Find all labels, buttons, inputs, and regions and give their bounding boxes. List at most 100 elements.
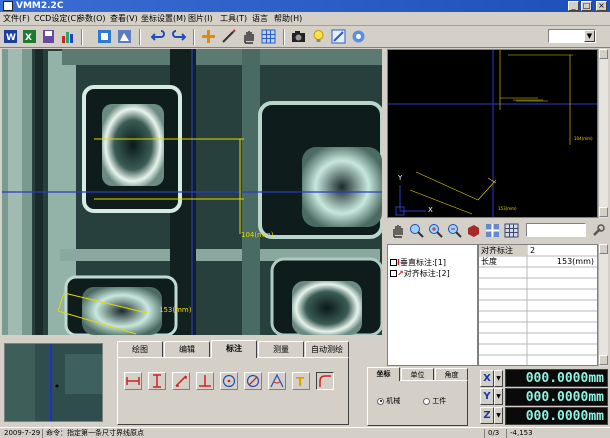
- capture-settings-icon[interactable]: [96, 28, 113, 45]
- radio-checked-icon[interactable]: [377, 397, 384, 405]
- tab-annotate[interactable]: 标注: [211, 340, 257, 358]
- menu-image[interactable]: 图片(I): [188, 13, 213, 25]
- title-bar: VMM2.2C _ □ ×: [0, 0, 610, 12]
- tab-auto-measure[interactable]: 自动测绘: [305, 341, 349, 358]
- vertical-dim-icon[interactable]: [148, 372, 166, 390]
- thumbnail-image: [5, 344, 102, 421]
- menu-file[interactable]: 文件(F): [3, 13, 30, 25]
- annotate-tools: T: [117, 357, 349, 425]
- tree-item-aligned[interactable]: ↗对齐标注:[2]: [390, 269, 476, 279]
- minimize-button[interactable]: _: [568, 1, 579, 11]
- preview-scale-field[interactable]: [526, 223, 586, 237]
- camera-icon[interactable]: [290, 28, 307, 45]
- menu-ccd[interactable]: CCD设定(C): [34, 13, 79, 25]
- wrench-icon[interactable]: [590, 222, 607, 239]
- tool-tabs: 绘图 编辑 标注 测量 自动测绘 T: [117, 340, 349, 426]
- menu-view[interactable]: 查看(V): [110, 13, 138, 25]
- prop-length-key: 长度: [481, 257, 497, 266]
- light-bulb-icon[interactable]: [310, 28, 327, 45]
- tree-item-label: 对齐标注:[2]: [403, 269, 450, 278]
- scroll-up-arrow[interactable]: [599, 49, 608, 59]
- 3d-view-icon[interactable]: [465, 222, 482, 239]
- menu-help[interactable]: 帮助(H): [274, 13, 302, 25]
- chevron-down-icon[interactable]: ▼: [494, 370, 503, 387]
- preview-vertical-label: 104(mm): [574, 136, 593, 141]
- radio-machine[interactable]: 机械: [377, 396, 417, 406]
- prop-length-value[interactable]: 153(mm): [528, 256, 596, 267]
- image-settings-icon[interactable]: [116, 28, 133, 45]
- word-export-icon[interactable]: W: [2, 28, 19, 45]
- aligned-dim-icon[interactable]: [172, 372, 190, 390]
- crosshair-icon[interactable]: [200, 28, 217, 45]
- report-chart-icon[interactable]: [59, 28, 76, 45]
- chevron-down-icon[interactable]: ▼: [584, 30, 595, 42]
- radius-dim-icon[interactable]: [220, 372, 238, 390]
- prop-type-key: 对齐标注: [479, 245, 527, 256]
- redo-icon[interactable]: [170, 28, 187, 45]
- radio-unchecked-icon[interactable]: [423, 397, 430, 405]
- calibration-icon[interactable]: [330, 28, 347, 45]
- zoom-icon[interactable]: [408, 222, 425, 239]
- scroll-down-arrow[interactable]: [599, 207, 608, 217]
- menu-tools[interactable]: 工具(T): [220, 13, 247, 25]
- y-axis-button[interactable]: Y: [480, 388, 494, 405]
- overview-canvas[interactable]: Y X 104(mm) 153(mm): [387, 49, 598, 218]
- status-command: 命令：指定第一条尺寸界线原点: [42, 429, 482, 438]
- baseline-dim-icon[interactable]: [196, 372, 214, 390]
- scroll-down-arrow[interactable]: [599, 355, 608, 365]
- checkbox-icon[interactable]: [390, 259, 397, 266]
- angle-dim-icon[interactable]: [268, 372, 286, 390]
- settings-gear-icon[interactable]: [350, 28, 367, 45]
- measure-wand-icon[interactable]: [220, 28, 237, 45]
- horizontal-dim-icon[interactable]: [124, 372, 142, 390]
- coordinate-options: 机械 工件: [367, 380, 468, 426]
- preview-scrollbar[interactable]: [598, 49, 608, 218]
- y-readout: 000.0000mm: [505, 388, 608, 406]
- property-scrollbar[interactable]: [598, 244, 608, 366]
- excel-export-icon[interactable]: X: [21, 28, 38, 45]
- menu-coord[interactable]: 坐标设置(M): [141, 13, 186, 25]
- tab-edit[interactable]: 编辑: [164, 341, 210, 358]
- chevron-down-icon[interactable]: ▼: [494, 407, 503, 424]
- menu-language[interactable]: 语言: [252, 13, 268, 25]
- radio-workpiece-label: 工件: [432, 397, 447, 405]
- leader-tool-icon[interactable]: [316, 372, 334, 390]
- scroll-up-arrow[interactable]: [599, 244, 608, 254]
- thumbnail-view[interactable]: [4, 343, 103, 422]
- chevron-down-icon[interactable]: ▼: [494, 388, 503, 405]
- status-position: -4,153: [506, 429, 606, 438]
- pan-hand-icon[interactable]: [240, 28, 257, 45]
- grid-overlay-icon[interactable]: [503, 222, 520, 239]
- save-icon[interactable]: [40, 28, 57, 45]
- close-button[interactable]: ×: [596, 1, 607, 11]
- status-frames: 0/3: [484, 429, 505, 438]
- prop-type-value[interactable]: 2: [528, 245, 596, 256]
- svg-text:W: W: [6, 33, 16, 43]
- zoom-in-icon[interactable]: [427, 222, 444, 239]
- camera-image: [2, 49, 382, 335]
- x-axis-button[interactable]: X: [480, 370, 494, 387]
- z-axis-button[interactable]: Z: [480, 407, 494, 424]
- menu-params[interactable]: 参数(O): [77, 13, 106, 25]
- tab-draw[interactable]: 绘图: [117, 341, 163, 358]
- hand-icon[interactable]: [389, 222, 406, 239]
- radio-workpiece[interactable]: 工件: [423, 396, 463, 406]
- fit-window-icon[interactable]: [484, 222, 501, 239]
- aligned-dim-icon: ↗: [397, 269, 404, 278]
- undo-icon[interactable]: [150, 28, 167, 45]
- tree-item-vertical[interactable]: Ⅰ垂直标注:[1]: [390, 258, 476, 268]
- text-tool-icon[interactable]: T: [292, 372, 310, 390]
- maximize-button[interactable]: □: [581, 1, 592, 11]
- x-axis-label: X: [428, 206, 433, 214]
- zoom-combo[interactable]: ▼: [548, 29, 596, 43]
- checkbox-icon[interactable]: [390, 270, 397, 277]
- grid-icon[interactable]: [260, 28, 277, 45]
- zoom-out-icon[interactable]: [446, 222, 463, 239]
- diameter-dim-icon[interactable]: [244, 372, 262, 390]
- x-readout: 000.0000mm: [505, 369, 608, 387]
- tab-measure[interactable]: 测量: [258, 341, 304, 358]
- svg-text:T: T: [296, 375, 305, 389]
- vertical-dimension-label: 104(mm): [241, 231, 274, 239]
- tab-coordinate[interactable]: 坐标: [367, 367, 400, 381]
- camera-view[interactable]: 104(mm) 153(mm): [2, 49, 382, 335]
